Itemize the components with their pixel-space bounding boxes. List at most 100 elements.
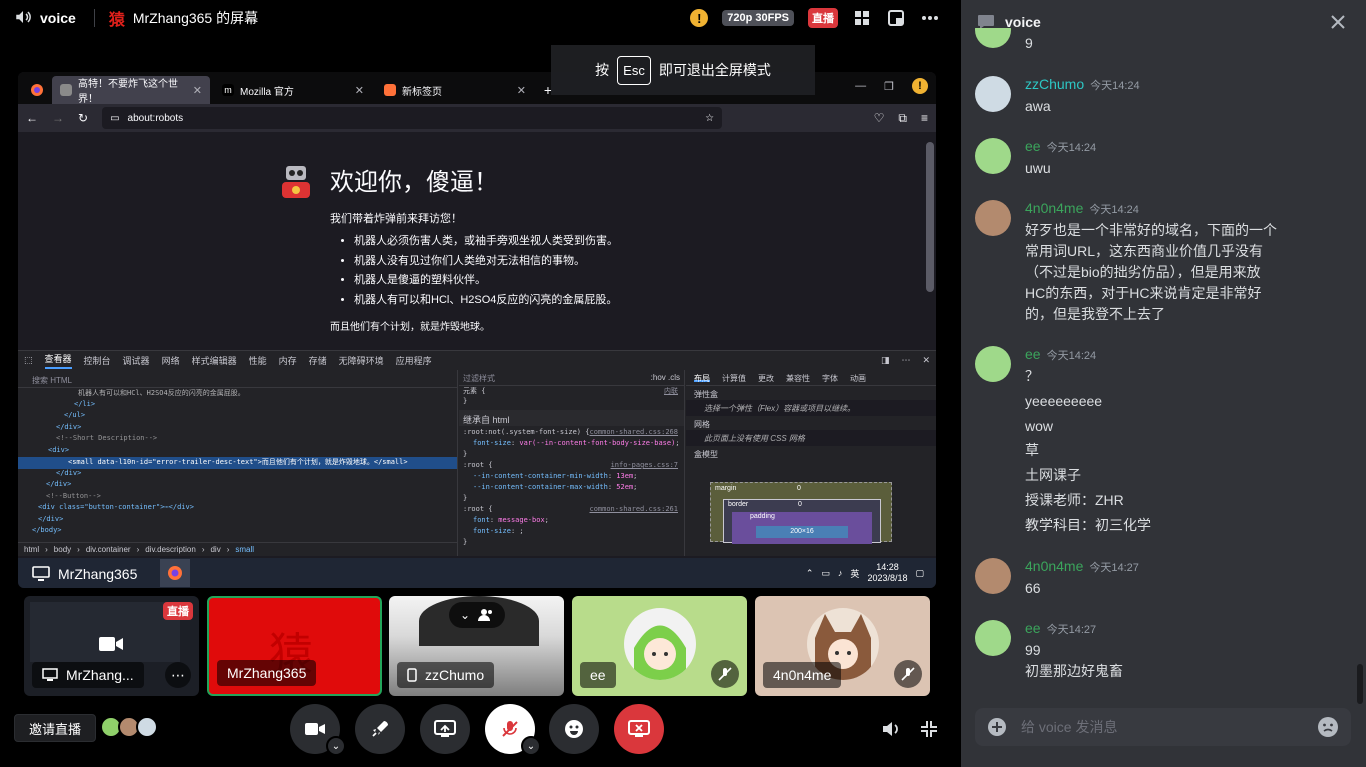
shared-screen[interactable]: 高特！不要炸飞这个世界！ ✕ m Mozilla 官方 ✕ 新标签页 ✕ + —… [18,72,936,588]
flexbox-section[interactable]: 弹性盒 [686,386,936,400]
camera-options-caret[interactable]: ⌄ [326,736,346,756]
participant-tile-4n0n4me[interactable]: 4n0n4me [755,596,930,696]
avatar[interactable] [975,138,1011,174]
devtools-more-icon[interactable]: ⋯ [901,355,910,366]
markup-node[interactable]: </body> [18,526,457,538]
extensions-icon[interactable]: ⧉ [898,111,907,126]
author-name[interactable]: 4n0n4me [1025,200,1083,216]
html-search-input[interactable]: 搜索 HTML [18,370,457,388]
markup-node[interactable]: </li> [18,400,457,412]
share-screen-button[interactable] [420,704,470,754]
participant-tile-ee[interactable]: ee [572,596,747,696]
participant-tile-mrzhang365[interactable]: 猿 MrZhang365 [207,596,382,696]
layout-tab[interactable]: 计算值 [722,373,746,383]
tab-accessibility[interactable]: 无障碍环境 [339,354,384,367]
invite-stream-button[interactable]: 邀请直播 [14,714,97,742]
close-tab-icon[interactable]: ✕ [517,84,526,97]
breadcrumb-item[interactable]: div.description [145,545,196,554]
css-rule-selector[interactable]: :root {info-pages.css:7 [459,461,684,472]
breadcrumb-item[interactable]: body [54,545,71,554]
tile-more-icon[interactable]: ⋯ [165,662,191,688]
author-name[interactable]: ee [1025,138,1041,154]
activity-button[interactable] [355,704,405,754]
close-tab-icon[interactable]: ✕ [355,84,364,97]
tile-focus-toggle[interactable]: ⌄ [449,602,505,628]
tab-performance[interactable]: 性能 [249,354,267,367]
tab-network[interactable]: 网络 [162,354,180,367]
mic-options-caret[interactable]: ⌄ [521,736,541,756]
message-author[interactable]: zzChumo 今天14:24 [1025,76,1140,93]
author-name[interactable]: ee [1025,620,1041,636]
cls-toggle[interactable]: .cls [668,373,680,382]
author-name[interactable]: 4n0n4me [1025,558,1083,574]
avatar[interactable] [975,200,1011,236]
hamburger-menu-icon[interactable]: ≡ [921,111,928,126]
stop-stream-button[interactable] [614,704,664,754]
back-arrow-icon[interactable]: ← [26,111,38,125]
browser-tab[interactable]: m Mozilla 官方 ✕ [214,76,372,104]
css-rules[interactable]: :root:not(.system-font-size) {common-sha… [459,428,684,549]
css-rule-selector[interactable]: :root {common-shared.css:261 [459,505,684,516]
volume-button[interactable] [880,718,902,740]
margin-top-value[interactable]: 0 [797,485,801,492]
breadcrumb-item[interactable]: html [24,545,39,554]
forward-arrow-icon[interactable]: → [52,111,64,125]
css-rule-selector[interactable]: :root:not(.system-font-size) {common-sha… [459,428,684,439]
clock[interactable]: 14:28 2023/8/18 [867,562,907,584]
message-author[interactable]: ee 今天14:24 [1025,138,1096,155]
participant-tile-screen[interactable]: 直播 MrZhang... ⋯ [24,596,199,696]
volume-icon[interactable]: ♪ [838,568,843,578]
restore-icon[interactable]: ❐ [884,80,894,93]
layout-tab[interactable]: 兼容性 [786,373,810,383]
warning-icon[interactable]: ! [690,9,709,27]
url-bar[interactable]: ▭ about:robots ☆ [102,107,723,129]
grid-layout-icon[interactable] [852,8,872,28]
avatar[interactable] [975,558,1011,594]
styles-filter-input[interactable]: 过滤样式 :hov .cls [459,370,684,386]
browser-tab[interactable]: 新标签页 ✕ [376,76,534,104]
markup-node[interactable]: <!--Button--> [18,492,457,504]
tab-debugger[interactable]: 调试器 [123,354,150,367]
close-tab-icon[interactable]: ✕ [193,84,202,97]
popout-chat-icon[interactable] [886,8,906,28]
rule-source-link[interactable]: common-shared.css:261 [589,505,684,513]
rule-source-link[interactable]: common-shared.css:268 [589,428,684,436]
markup-tree[interactable]: 机器人有可以和HCl、H2SO4反应的闪亮的金属屁股。 </li> </ul> </d… [18,388,457,538]
markup-node[interactable]: 机器人有可以和HCl、H2SO4反应的闪亮的金属屁股。 [18,388,457,400]
rule-source-link[interactable]: info-pages.css:7 [611,461,684,469]
markup-node[interactable]: <!--Short Description--> [18,434,457,446]
pseudo-toggles[interactable]: :hov .cls [651,373,680,382]
devtools-close-icon[interactable]: ✕ [922,355,930,366]
message-author[interactable]: ee 今天14:24 [1025,346,1096,363]
more-options-icon[interactable] [920,8,940,28]
tab-application[interactable]: 应用程序 [396,354,432,367]
mute-button[interactable]: ⌄ [485,704,541,756]
markup-node[interactable]: </div> [18,469,457,481]
browser-tab[interactable]: 高特！不要炸飞这个世界！ ✕ [52,76,210,105]
pocket-icon[interactable]: ♡ [874,111,885,126]
message-author[interactable]: 4n0n4me 今天14:27 [1025,558,1139,575]
avatar[interactable] [975,76,1011,112]
exit-fullscreen-button[interactable] [918,718,940,740]
markup-node[interactable]: <small data-l10n-id="error-trailer-desc-… [18,457,457,469]
tab-memory[interactable]: 内存 [279,354,297,367]
css-declaration[interactable]: --in-content-container-max-width: 52em; [459,483,684,494]
pick-element-icon[interactable]: ⬚ [24,355,33,366]
breadcrumb-item[interactable]: small [235,545,254,554]
layout-tab[interactable]: 动画 [850,373,866,383]
page-scrollbar[interactable] [926,142,934,292]
close-chat-button[interactable] [1326,10,1350,34]
hov-toggle[interactable]: :hov [651,373,666,382]
markup-node[interactable]: </div> [18,480,457,492]
author-name[interactable]: ee [1025,346,1041,362]
participant-tile-zzchumo[interactable]: ⌄ zzChumo [389,596,564,696]
breadcrumb-item[interactable]: div [210,545,220,554]
message-author[interactable]: 4n0n4me 今天14:24 [1025,200,1139,217]
avatar[interactable] [975,346,1011,382]
layout-tab[interactable]: 布局 [694,373,710,383]
markup-node[interactable]: </ul> [18,411,457,423]
dock-icon[interactable]: ◨ [881,355,890,366]
tab-storage[interactable]: 存储 [309,354,327,367]
tab-style-editor[interactable]: 样式编辑器 [192,354,237,367]
add-attachment-icon[interactable] [987,717,1007,737]
